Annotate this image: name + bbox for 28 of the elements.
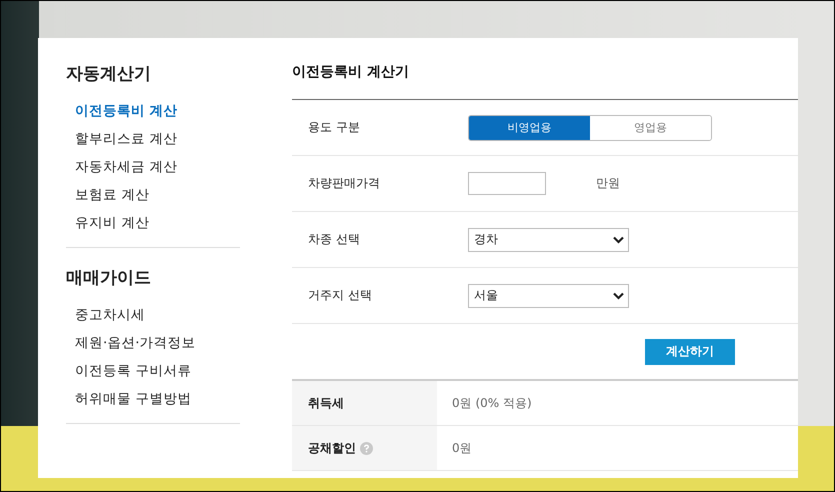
sidebar-link[interactable]: 유지비 계산 [75,209,240,237]
help-icon[interactable] [360,442,373,454]
sidebar-link[interactable]: 이전등록비 계산 [75,97,240,125]
sidebar-link[interactable]: 중고차시세 [75,301,240,329]
field-label: 거주지 선택 [307,287,373,304]
dropdown[interactable]: 서울 [468,284,629,308]
calculator-title: 이전등록비 계산기 [292,38,798,100]
dropdown[interactable]: 경차 [468,228,629,252]
field-label: 차종 선택 [307,231,361,248]
result-label: 취득세 [308,394,344,412]
chevron-icon [613,236,624,244]
sidebar-link[interactable]: 제원·옵션·가격정보 [75,329,240,357]
sidebar-link[interactable]: 보험료 계산 [75,181,240,209]
sidebar-link[interactable]: 자동차세금 계산 [75,153,240,181]
field-label: 차량판매가격 [307,175,381,192]
result-label: 공채할인 [308,440,356,456]
result-value: 0원 (0% 적용) [451,394,532,412]
section-heading: 자동계산기 [66,63,152,85]
sidebar-link[interactable]: 허위매물 구별방법 [75,385,240,413]
option-button[interactable]: 비영업용 [469,116,590,140]
sidebar-link[interactable]: 할부리스료 계산 [75,125,240,153]
field-label: 용도 구분 [307,119,361,136]
chevron-icon [613,292,624,300]
sidebar-link[interactable]: 이전등록 구비서류 [75,357,240,385]
unit-label: 만원 [596,175,620,192]
section-heading: 매매가이드 [66,267,152,289]
result-value: 0원 [451,440,472,456]
price-input[interactable] [468,172,546,195]
